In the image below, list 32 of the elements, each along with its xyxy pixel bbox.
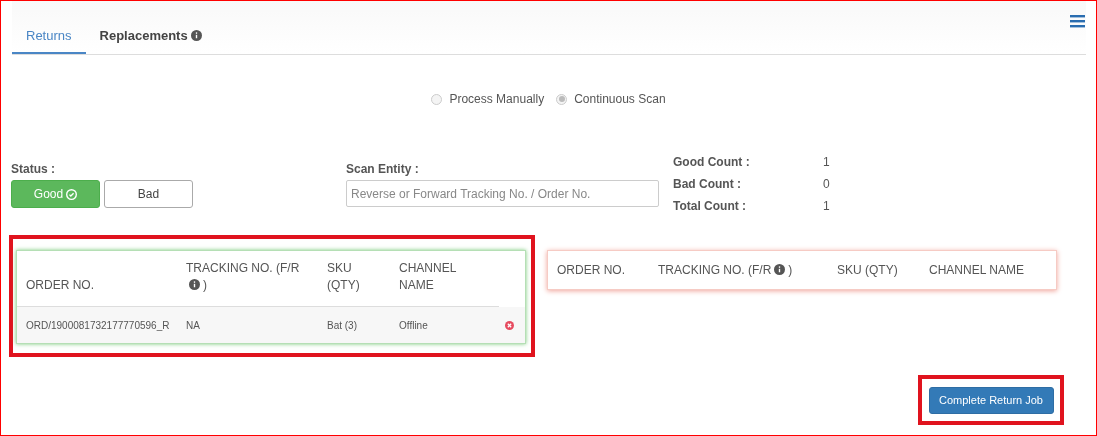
count-value: 1	[823, 198, 830, 215]
table-cell-text: ORD/1900081732177770596_R	[26, 318, 171, 333]
status-button[interactable]: Bad	[104, 180, 193, 208]
radio-button[interactable]	[431, 93, 443, 105]
radio-option[interactable]: Process Manually	[431, 90, 545, 108]
count-value: 1	[823, 154, 830, 171]
menu-icon[interactable]	[1070, 15, 1085, 28]
column-header: ORDER NO.	[557, 262, 625, 279]
table-cell-text: NA	[186, 318, 201, 333]
scan-entity-field[interactable]: Reverse or Forward Tracking No. / Order No.	[346, 180, 659, 207]
status-label: Status :	[11, 161, 56, 176]
column-header: CHANNEL NAME	[399, 260, 457, 294]
radio-button[interactable]	[556, 93, 568, 105]
complete-return-job-button[interactable]: Complete Return Job	[928, 386, 1054, 414]
count-value: 0	[823, 176, 830, 193]
table-cell-text: Offline	[399, 318, 429, 333]
column-header: SKU (QTY)	[327, 260, 361, 294]
table-cell-text: Bat (3)	[327, 318, 358, 333]
tab[interactable]: Replacements	[85, 20, 219, 54]
column-header: SKU (QTY)	[837, 262, 898, 279]
column-header: ORDER NO.	[26, 277, 94, 294]
column-header: TRACKING NO. (F/R )	[658, 262, 793, 279]
count-label: Total Count :	[673, 198, 748, 215]
count-label: Bad Count :	[673, 176, 742, 193]
scan-entity-label: Scan Entity :	[346, 161, 420, 176]
count-label: Good Count :	[673, 154, 751, 171]
column-header: CHANNEL NAME	[929, 262, 1024, 279]
check-circle-icon	[66, 188, 78, 200]
radio-option[interactable]: Continuous Scan	[556, 90, 666, 108]
tab[interactable]: Returns	[12, 20, 86, 54]
remove-icon[interactable]	[505, 320, 514, 330]
column-header: TRACKING NO. (F/R )	[186, 260, 301, 294]
